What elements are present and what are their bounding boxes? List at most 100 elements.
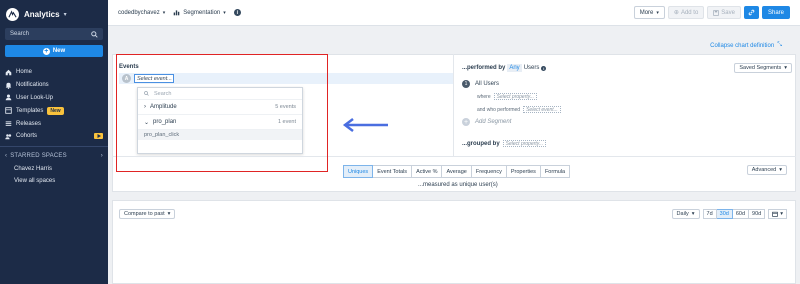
- view-all-spaces-link[interactable]: View all spaces: [0, 175, 108, 187]
- project-name: codedbychavez: [118, 9, 160, 16]
- chevron-down-icon: ▾: [784, 65, 787, 71]
- new-button-label: New: [52, 48, 66, 54]
- sidebar-item-cohorts[interactable]: Cohorts: [0, 130, 108, 143]
- interval-dropdown[interactable]: Daily ▾: [671, 209, 700, 219]
- tab-properties[interactable]: Properties: [506, 165, 541, 178]
- event-letter-badge: A: [122, 74, 131, 83]
- who-performed-label: and who performed: [477, 106, 521, 113]
- collapse-label: Collapse chart definition: [710, 42, 775, 49]
- events-title: Events: [119, 64, 139, 70]
- sidebar-item-label: Templates: [16, 107, 44, 114]
- share-button[interactable]: Share: [761, 6, 790, 19]
- sidebar: Analytics ▾ Search + New Home Notificati…: [0, 0, 108, 284]
- app-title: Analytics: [24, 9, 60, 19]
- play-video-icon[interactable]: [94, 133, 103, 140]
- select-property-input[interactable]: Select property...: [493, 93, 538, 100]
- event-group-pro-plan[interactable]: ⌄ pro_plan 1 event: [138, 115, 302, 130]
- app-switcher[interactable]: Analytics ▾: [0, 0, 108, 28]
- event-group-name: pro_plan: [153, 119, 177, 125]
- tab-average[interactable]: Average: [442, 165, 472, 178]
- range-60d[interactable]: 60d: [732, 209, 750, 219]
- tab-frequency[interactable]: Frequency: [471, 165, 507, 178]
- tab-event-totals[interactable]: Event Totals: [373, 165, 413, 178]
- sidebar-item-user-look-up[interactable]: User Look-Up: [0, 92, 108, 105]
- compare-label: Compare to past: [124, 211, 165, 217]
- select-event-input[interactable]: Select event...: [134, 74, 174, 83]
- all-users-label[interactable]: All Users: [475, 81, 499, 87]
- range-30d[interactable]: 30d: [716, 209, 733, 219]
- any-selector[interactable]: Any: [507, 64, 522, 72]
- event-group-count: 5 events: [275, 104, 296, 110]
- project-selector[interactable]: codedbychavez ▾: [118, 10, 165, 16]
- compare-to-past-dropdown[interactable]: Compare to past ▾: [119, 209, 176, 219]
- sidebar-item-releases[interactable]: Releases: [0, 117, 108, 130]
- segment-row: 1 All Users: [462, 80, 499, 88]
- sidebar-item-notifications[interactable]: Notifications: [0, 79, 108, 92]
- plus-icon: +: [42, 47, 50, 55]
- user-icon: [5, 94, 12, 101]
- info-icon[interactable]: i: [541, 65, 547, 71]
- new-button[interactable]: + New: [5, 45, 103, 57]
- chart-type-selector[interactable]: Segmentation ▾: [173, 9, 226, 16]
- chevron-down-icon: ▾: [691, 211, 695, 217]
- select-event-filter-input[interactable]: Select event...: [523, 106, 561, 113]
- sidebar-search-label: Search: [10, 31, 30, 37]
- tab-formula[interactable]: Formula: [540, 165, 571, 178]
- where-filter: where Select property...: [477, 93, 538, 100]
- measure-tabs: Uniques Event Totals Active % Average Fr…: [343, 165, 571, 178]
- sidebar-item-home[interactable]: Home: [0, 66, 108, 79]
- tab-active-percent[interactable]: Active %: [412, 165, 443, 178]
- calendar-button[interactable]: ▾: [768, 209, 787, 219]
- amplitude-logo-icon: [6, 7, 19, 21]
- chevron-down-icon: ▾: [167, 211, 171, 217]
- add-segment-button[interactable]: + Add Segment: [462, 118, 511, 126]
- date-range-group: 7d 30d 60d 90d: [702, 209, 766, 219]
- space-item[interactable]: Chavez Harris: [0, 163, 108, 175]
- more-button[interactable]: More ▾: [633, 6, 665, 19]
- advanced-dropdown[interactable]: Advanced ▾: [746, 165, 787, 175]
- plus-icon: ⊕: [673, 10, 679, 16]
- range-7d[interactable]: 7d: [702, 209, 717, 219]
- chart-type-label: Segmentation: [183, 9, 221, 16]
- chart-definition-panel: Events A Select event... Search › Amplit…: [112, 54, 796, 192]
- event-group-name: Amplitude: [150, 104, 177, 110]
- event-row: A Select event...: [119, 73, 453, 84]
- saved-segments-dropdown[interactable]: Saved Segments ▾: [734, 63, 792, 73]
- chevron-down-icon: ▾: [63, 11, 67, 18]
- save-icon: [713, 9, 720, 16]
- event-search-input[interactable]: Search: [138, 88, 302, 100]
- starred-spaces-header[interactable]: ‹ STARRED SPACES ›: [0, 150, 108, 163]
- save-button[interactable]: Save: [707, 6, 741, 19]
- where-label: where: [477, 93, 491, 100]
- new-badge: New: [47, 106, 64, 115]
- chevron-left-icon: ‹: [5, 153, 8, 160]
- sidebar-search[interactable]: Search: [5, 28, 103, 40]
- plus-icon: +: [462, 118, 470, 126]
- group-by-property-input[interactable]: Select property...: [502, 140, 547, 147]
- save-button-label: Save: [721, 9, 735, 16]
- collapse-chart-definition-link[interactable]: Collapse chart definition ⤡: [710, 42, 782, 49]
- add-to-button-label: Add to: [680, 9, 699, 16]
- add-to-button[interactable]: ⊕ Add to: [667, 6, 705, 19]
- interval-label: Daily: [676, 211, 689, 217]
- segment-number-badge: 1: [462, 80, 470, 88]
- chevron-down-icon: ▾: [779, 167, 782, 173]
- sidebar-item-templates[interactable]: Templates New: [0, 104, 108, 117]
- calendar-icon: [772, 211, 778, 217]
- event-item-pro-plan-click[interactable]: pro_plan_click: [138, 130, 302, 140]
- sidebar-item-label: Releases: [16, 120, 42, 127]
- link-button[interactable]: [743, 6, 759, 19]
- home-icon: [5, 69, 12, 76]
- advanced-label: Advanced: [751, 167, 777, 173]
- range-90d[interactable]: 90d: [749, 209, 766, 219]
- measured-as-text: ...measured as unique user(s): [418, 182, 498, 188]
- info-icon[interactable]: i: [233, 9, 241, 16]
- event-dropdown: Search › Amplitude 5 events ⌄ pro_plan 1…: [137, 87, 303, 154]
- sidebar-divider: [0, 145, 108, 147]
- chevron-right-icon: ›: [144, 104, 146, 110]
- segmentation-chart-icon: [173, 10, 180, 16]
- search-placeholder: Search: [154, 90, 172, 97]
- chevron-down-icon: ▾: [162, 9, 166, 16]
- tab-uniques[interactable]: Uniques: [343, 165, 374, 178]
- event-group-amplitude[interactable]: › Amplitude 5 events: [138, 100, 302, 115]
